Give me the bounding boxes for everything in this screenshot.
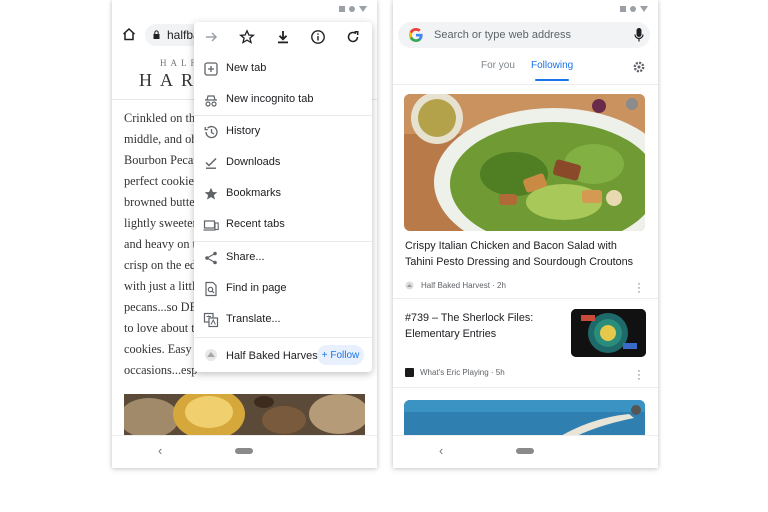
status-bar	[339, 6, 367, 12]
left-phone-screen: halfba HALF HAR Crinkled on th middle, a…	[112, 0, 377, 468]
status-square-icon	[339, 6, 345, 12]
nav-back-icon[interactable]: ‹	[439, 443, 443, 458]
card-title[interactable]: Crispy Italian Chicken and Bacon Salad w…	[405, 238, 645, 270]
feed-divider	[393, 84, 658, 85]
more-vert-icon[interactable]: · · ·	[637, 279, 641, 298]
tab-following[interactable]: Following	[531, 60, 573, 71]
status-circle-icon	[630, 6, 636, 12]
bookmark-star-icon[interactable]	[239, 29, 255, 45]
menu-item-label: Translate...	[226, 313, 281, 325]
star-icon	[204, 187, 218, 200]
info-icon[interactable]	[310, 29, 326, 45]
menu-item-history[interactable]: History	[194, 119, 372, 145]
status-triangle-icon	[640, 6, 648, 12]
menu-divider	[194, 115, 372, 116]
menu-divider	[194, 337, 372, 338]
menu-item-label: History	[226, 125, 261, 137]
card-image-partial[interactable]	[404, 400, 645, 440]
share-icon	[205, 251, 217, 265]
google-logo-icon	[409, 28, 423, 42]
card-thumbnail[interactable]	[571, 309, 646, 357]
search-input[interactable]: Search or type web address	[398, 22, 650, 48]
card-image-salad[interactable]	[404, 94, 645, 231]
active-tab-indicator	[535, 79, 569, 81]
history-icon	[204, 125, 218, 139]
nav-home-icon[interactable]	[235, 448, 253, 454]
status-triangle-icon	[359, 6, 367, 12]
system-nav-bar: ‹	[393, 435, 658, 468]
card-meta: What's Eric Playing · 5h	[420, 368, 505, 377]
card-title[interactable]: #739 – The Sherlock Files: Elementary En…	[405, 310, 545, 342]
menu-item-label: New incognito tab	[226, 93, 314, 105]
downloads-check-icon	[205, 157, 217, 169]
status-square-icon	[620, 6, 626, 12]
gear-icon[interactable]	[633, 61, 645, 73]
card-meta: Half Baked Harvest · 2h	[421, 281, 506, 290]
incognito-icon	[205, 95, 217, 107]
menu-site-name: Half Baked Harvest	[226, 350, 321, 362]
menu-item-translate[interactable]: Translate...	[194, 307, 372, 333]
feed-divider	[393, 387, 658, 388]
nav-back-icon[interactable]: ‹	[158, 443, 162, 458]
right-phone-screen: Search or type web address For you Follo…	[393, 0, 658, 468]
menu-divider	[194, 241, 372, 242]
download-icon[interactable]	[275, 29, 291, 45]
menu-item-recent-tabs[interactable]: Recent tabs	[194, 212, 372, 238]
status-circle-icon	[349, 6, 355, 12]
more-vert-icon[interactable]: · · ·	[637, 366, 641, 385]
menu-item-label: Find in page	[226, 282, 287, 294]
menu-item-new-incognito-tab[interactable]: New incognito tab	[194, 87, 372, 113]
follow-button[interactable]: + Follow	[317, 345, 364, 365]
system-nav-bar: ‹	[112, 435, 377, 468]
menu-item-bookmarks[interactable]: Bookmarks	[194, 181, 372, 207]
chrome-overflow-menu: New tab New incognito tab History Downlo…	[194, 22, 372, 372]
menu-item-new-tab[interactable]: New tab	[194, 56, 372, 82]
menu-item-label: Recent tabs	[226, 218, 285, 230]
translate-icon	[203, 312, 219, 328]
menu-item-share[interactable]: Share...	[194, 245, 372, 271]
menu-item-label: New tab	[226, 62, 267, 74]
forward-icon[interactable]	[203, 29, 219, 45]
feed-divider	[393, 298, 658, 299]
menu-item-label: Bookmarks	[226, 187, 282, 199]
status-bar	[620, 6, 648, 12]
mic-icon[interactable]	[634, 27, 644, 43]
menu-item-label: Downloads	[226, 156, 281, 168]
site-favicon-icon	[405, 281, 414, 290]
reload-icon[interactable]	[345, 29, 361, 45]
tab-for-you[interactable]: For you	[481, 60, 515, 71]
site-favicon-icon	[205, 349, 217, 361]
menu-item-find-in-page[interactable]: Find in page	[194, 276, 372, 302]
menu-item-downloads[interactable]: Downloads	[194, 150, 372, 176]
site-favicon-icon	[405, 368, 414, 377]
search-placeholder: Search or type web address	[434, 29, 571, 41]
home-icon[interactable]	[122, 27, 136, 41]
new-tab-icon	[204, 62, 218, 76]
lock-icon	[153, 30, 160, 39]
site-logo-main: HAR	[139, 70, 202, 90]
recent-tabs-icon	[203, 220, 219, 231]
menu-item-label: Share...	[226, 251, 265, 263]
menu-toolbar	[194, 22, 372, 52]
nav-home-icon[interactable]	[516, 448, 534, 454]
article-image	[124, 394, 365, 436]
find-in-page-icon	[205, 281, 217, 297]
